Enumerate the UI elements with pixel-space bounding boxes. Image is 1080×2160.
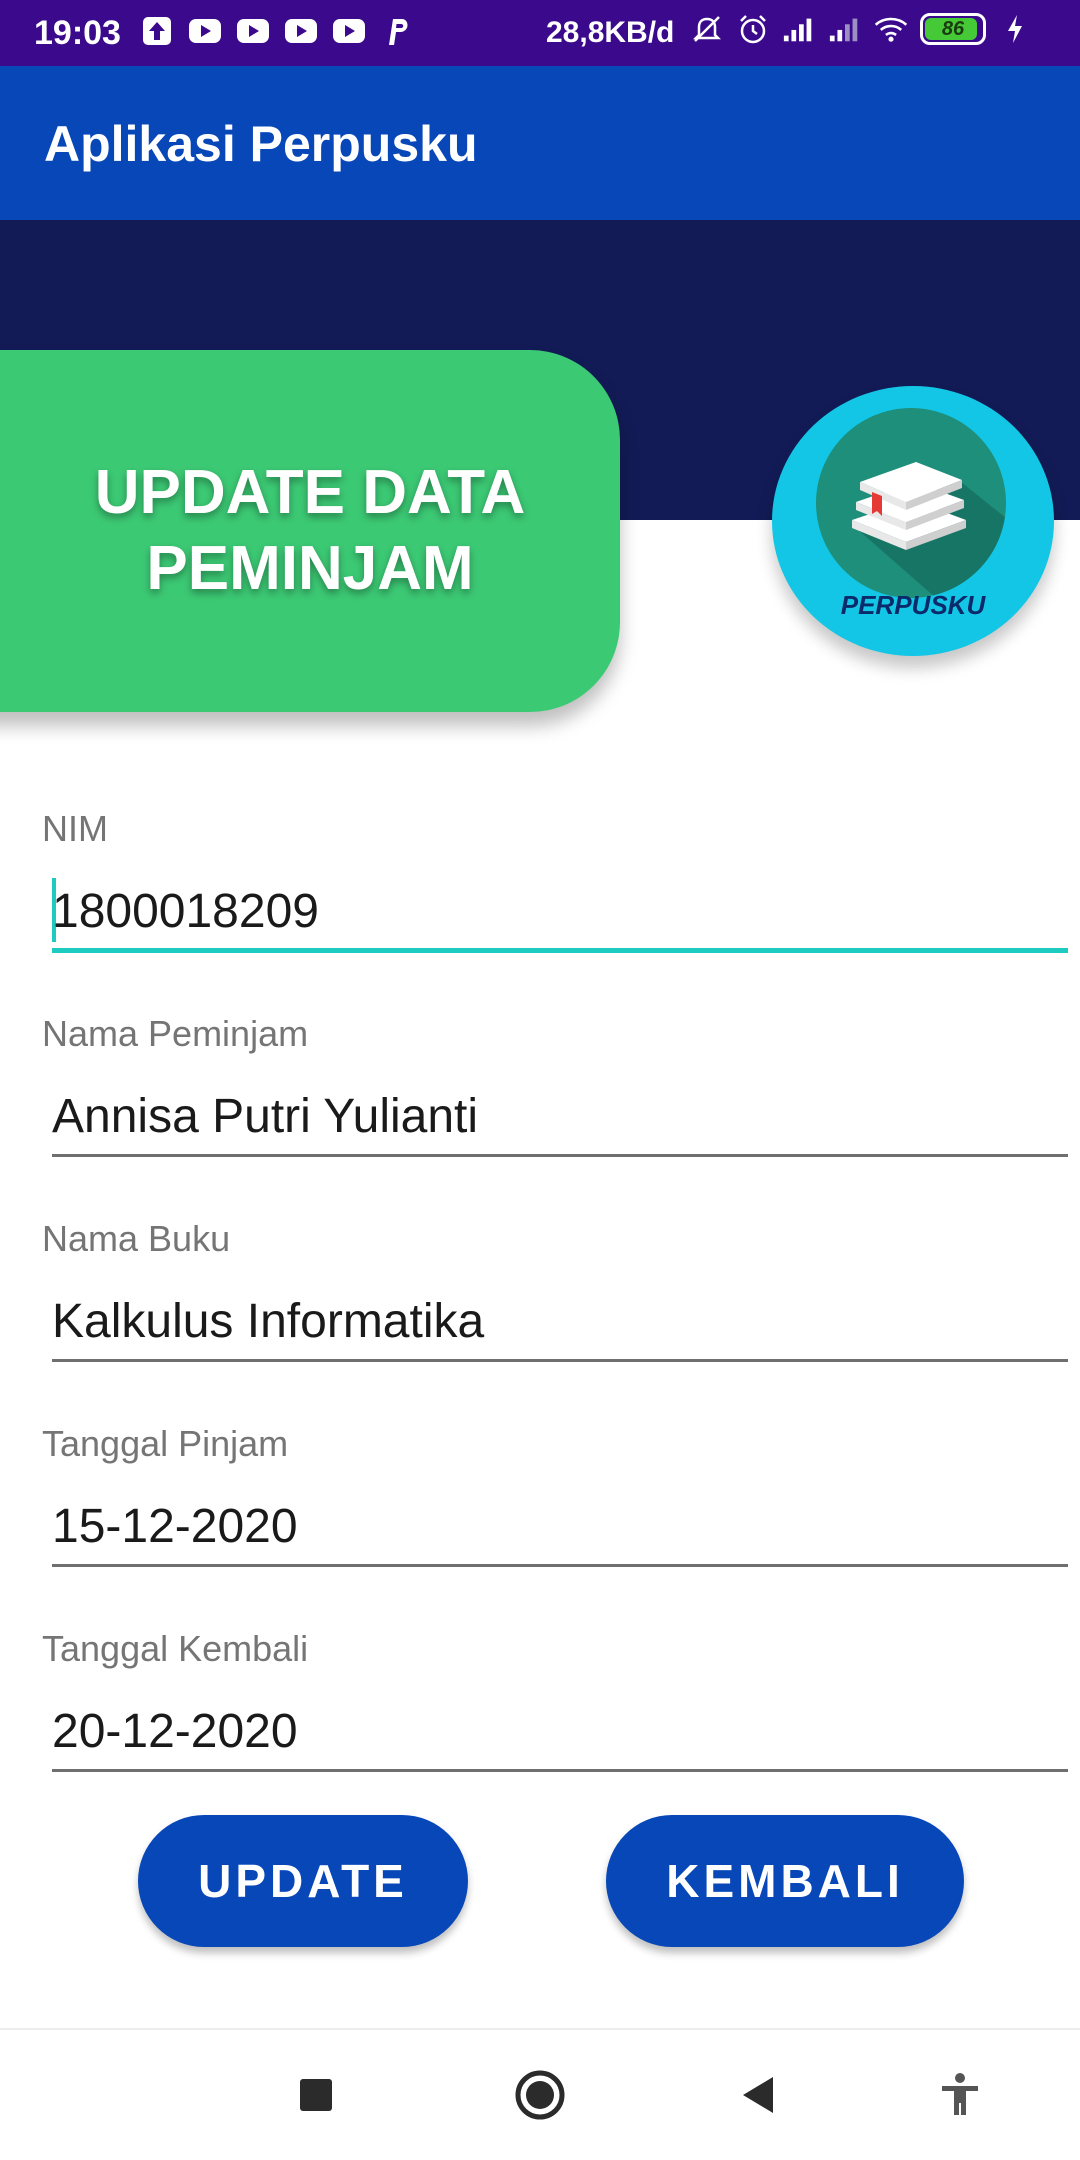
youtube-icon (284, 14, 318, 48)
navigation-bar (0, 2028, 1080, 2160)
page-title-line1: UPDATE DATA (94, 458, 526, 527)
nim-label: NIM (42, 808, 108, 849)
nama-peminjam-underline (52, 1154, 1068, 1157)
books-icon (816, 408, 1006, 598)
signal-icon (828, 12, 862, 46)
tanggal-kembali-label: Tanggal Kembali (42, 1628, 309, 1669)
charging-icon (998, 12, 1032, 46)
app-title: Aplikasi Perpusku (44, 116, 478, 172)
youtube-icon (188, 14, 222, 48)
screen: 19:03 28,8KB/d 86 Aplikasi Perpusku UPDA… (0, 0, 1080, 2160)
signal-icon (782, 12, 816, 46)
update-button[interactable]: UPDATE (138, 1815, 468, 1947)
status-bar: 19:03 28,8KB/d 86 (0, 0, 1080, 66)
tanggal-pinjam-underline (52, 1564, 1068, 1567)
nim-underline (52, 948, 1068, 953)
nama-buku-label: Nama Buku (42, 1218, 231, 1259)
status-time: 19:03 (34, 14, 121, 52)
tanggal-pinjam-label: Tanggal Pinjam (42, 1423, 289, 1464)
home-icon[interactable] (505, 2060, 575, 2130)
tanggal-kembali-underline (52, 1769, 1068, 1772)
page-title: UPDATE DATA PEMINJAM (50, 455, 570, 607)
alarm-icon (736, 12, 770, 46)
nama-buku-input[interactable]: Kalkulus Informatika (52, 1294, 484, 1349)
youtube-icon (332, 14, 366, 48)
back-icon[interactable] (724, 2060, 794, 2130)
tanggal-pinjam-input[interactable]: 15-12-2020 (52, 1499, 298, 1554)
recents-icon[interactable] (281, 2060, 351, 2130)
nama-buku-underline (52, 1359, 1068, 1362)
wifi-icon (874, 12, 908, 46)
page-title-line2: PEMINJAM (146, 534, 474, 603)
system-icons: 86 (690, 12, 1032, 46)
youtube-icon (236, 14, 270, 48)
p-app-icon (380, 14, 414, 48)
nim-input[interactable]: 1800018209 (52, 884, 319, 939)
accessibility-icon[interactable] (925, 2060, 995, 2130)
tanggal-kembali-input[interactable]: 20-12-2020 (52, 1704, 298, 1759)
network-speed: 28,8KB/d (546, 16, 675, 49)
notification-icons (140, 14, 414, 48)
nama-peminjam-input[interactable]: Annisa Putri Yulianti (52, 1089, 478, 1144)
nama-peminjam-label: Nama Peminjam (42, 1013, 309, 1054)
app-bar: Aplikasi Perpusku (0, 66, 1080, 220)
battery-icon: 86 (920, 13, 986, 45)
app-logo: PERPUSKU (772, 386, 1054, 656)
upload-icon (140, 14, 174, 48)
mute-icon (690, 12, 724, 46)
battery-level: 86 (941, 17, 965, 40)
logo-text: PERPUSKU (840, 590, 986, 620)
kembali-button[interactable]: KEMBALI (606, 1815, 964, 1947)
page-title-card: UPDATE DATA PEMINJAM (0, 350, 620, 712)
